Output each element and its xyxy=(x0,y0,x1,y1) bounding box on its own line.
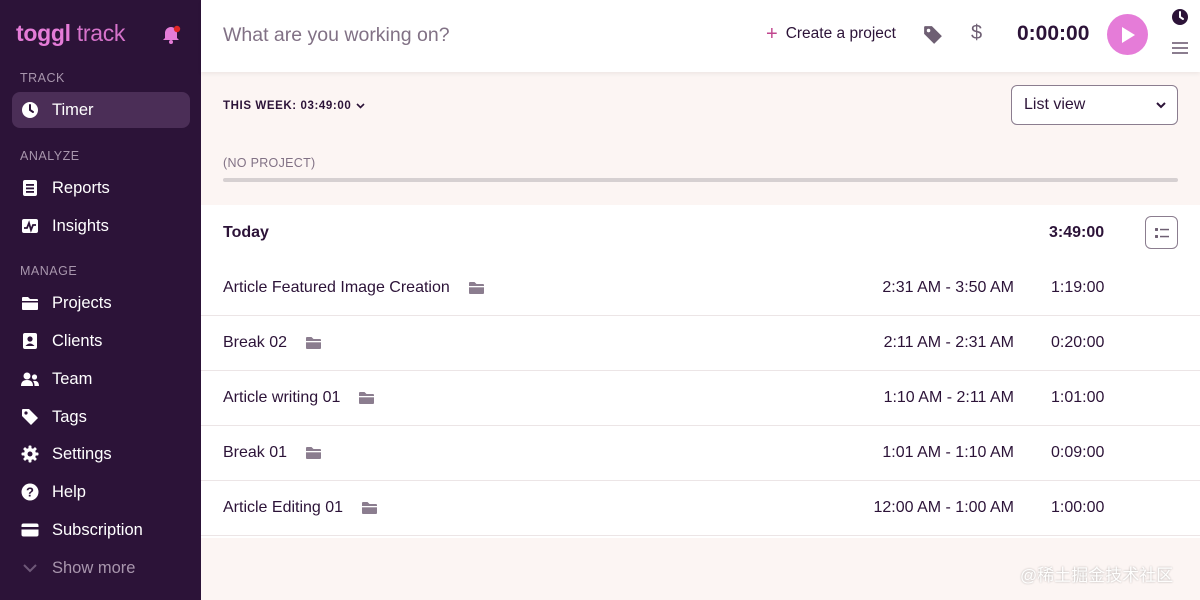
logo-row: toggl track xyxy=(16,20,186,50)
day-total: 3:49:00 xyxy=(1049,224,1105,241)
sidebar-item-label: Clients xyxy=(52,331,103,350)
tag-icon xyxy=(20,407,40,427)
entry-description[interactable]: Article writing 01 xyxy=(223,389,340,407)
sidebar-item-team[interactable]: Team xyxy=(12,361,190,397)
sidebar-item-insights[interactable]: Insights xyxy=(12,208,190,244)
toggl-track-logo[interactable]: toggl track xyxy=(16,20,125,46)
description-input[interactable] xyxy=(223,20,643,50)
sidebar-item-projects[interactable]: Projects xyxy=(12,285,190,321)
entry-description[interactable]: Article Featured Image Creation xyxy=(223,279,450,297)
time-entry-row[interactable]: Article Editing 01 12:00 AM - 1:00 AM 1:… xyxy=(201,481,1200,536)
section-label-track: TRACK xyxy=(20,71,65,85)
section-label-manage: MANAGE xyxy=(20,264,78,278)
create-project-label: Create a project xyxy=(785,25,896,42)
time-entries-list: Today 3:49:00 Article Featured Image Cre… xyxy=(201,205,1200,538)
sidebar-item-clients[interactable]: Clients xyxy=(12,323,190,359)
manual-mode-list-icon[interactable] xyxy=(1171,40,1189,58)
time-entry-row[interactable]: Article Featured Image Creation 2:31 AM … xyxy=(201,261,1200,316)
folder-icon[interactable] xyxy=(305,336,322,350)
svg-text:?: ? xyxy=(26,485,34,500)
entry-time-range[interactable]: 1:01 AM - 1:10 AM xyxy=(882,444,1014,462)
timer-bar: + Create a project $ 0:00:00 xyxy=(201,0,1200,72)
watermark: @稀土掘金技术社区 xyxy=(1020,566,1174,585)
list-icon xyxy=(1154,227,1169,238)
week-total-label: THIS WEEK: 03:49:00 xyxy=(223,100,352,112)
chevron-down-icon xyxy=(356,100,365,112)
sidebar-item-label: Insights xyxy=(52,216,109,235)
section-label-analyze: ANALYZE xyxy=(20,149,80,163)
entry-description[interactable]: Break 01 xyxy=(223,444,287,462)
folder-icon xyxy=(20,293,40,313)
chevron-down-icon xyxy=(20,558,40,578)
start-timer-button[interactable] xyxy=(1107,14,1148,55)
team-icon xyxy=(20,369,40,389)
show-more-label: Show more xyxy=(52,558,136,577)
notification-bell-icon[interactable] xyxy=(160,23,182,45)
entry-description[interactable]: Break 02 xyxy=(223,334,287,352)
timer-display: 0:00:00 xyxy=(1017,22,1090,45)
client-icon xyxy=(20,331,40,351)
folder-icon[interactable] xyxy=(305,446,322,460)
time-entry-row[interactable]: Article writing 01 1:10 AM - 2:11 AM 1:0… xyxy=(201,371,1200,426)
entry-time-range[interactable]: 2:11 AM - 2:31 AM xyxy=(884,334,1014,352)
folder-icon[interactable] xyxy=(361,501,378,515)
chevron-down-icon xyxy=(1156,96,1166,114)
week-total-dropdown[interactable]: THIS WEEK: 03:49:00 xyxy=(223,100,365,112)
project-summary-label: (NO PROJECT) xyxy=(223,156,316,170)
time-entry-row[interactable]: Break 02 2:11 AM - 2:31 AM 0:20:00 xyxy=(201,316,1200,371)
insights-icon xyxy=(20,216,40,236)
timer-mode-clock-icon[interactable] xyxy=(1171,8,1189,26)
sidebar-item-label: Subscription xyxy=(52,520,143,539)
time-entry-row[interactable]: Break 01 1:01 AM - 1:10 AM 0:09:00 xyxy=(201,426,1200,481)
reports-icon xyxy=(20,178,40,198)
folder-icon[interactable] xyxy=(358,391,375,405)
billable-dollar-icon[interactable]: $ xyxy=(971,22,982,45)
sidebar: toggl track TRACK Timer ANALYZE Reports … xyxy=(0,0,201,600)
sidebar-item-help[interactable]: ? Help xyxy=(12,474,190,510)
sidebar-item-settings[interactable]: Settings xyxy=(12,436,190,472)
bulk-edit-button[interactable] xyxy=(1145,216,1178,249)
sidebar-item-subscription[interactable]: Subscription xyxy=(12,512,190,548)
entry-duration[interactable]: 1:01:00 xyxy=(1051,389,1104,407)
card-icon xyxy=(20,520,40,540)
project-summary-bar xyxy=(223,178,1178,182)
plus-icon: + xyxy=(766,23,778,45)
day-title: Today xyxy=(223,224,269,241)
help-icon: ? xyxy=(20,482,40,502)
sidebar-item-label: Team xyxy=(52,369,93,388)
folder-icon[interactable] xyxy=(468,281,485,295)
sidebar-item-reports[interactable]: Reports xyxy=(12,170,190,206)
entry-duration[interactable]: 1:00:00 xyxy=(1051,499,1104,517)
entry-description[interactable]: Article Editing 01 xyxy=(223,499,343,517)
gear-icon xyxy=(20,444,40,464)
sidebar-item-timer[interactable]: Timer xyxy=(12,92,190,128)
entry-duration[interactable]: 0:09:00 xyxy=(1051,444,1104,462)
sidebar-item-label: Help xyxy=(52,482,86,501)
entry-time-range[interactable]: 1:10 AM - 2:11 AM xyxy=(884,389,1014,407)
play-icon xyxy=(1121,26,1135,43)
sidebar-item-label: Timer xyxy=(52,100,94,119)
show-more-button[interactable]: Show more xyxy=(12,550,190,586)
view-mode-value: List view xyxy=(1024,96,1086,113)
day-group-header: Today 3:49:00 xyxy=(201,205,1200,261)
tag-icon[interactable] xyxy=(923,25,945,47)
sidebar-item-label: Tags xyxy=(52,407,87,426)
entry-duration[interactable]: 1:19:00 xyxy=(1051,279,1104,297)
create-project-button[interactable]: + Create a project xyxy=(766,24,896,44)
entry-duration[interactable]: 0:20:00 xyxy=(1051,334,1104,352)
sidebar-item-label: Reports xyxy=(52,178,110,197)
clock-icon xyxy=(20,100,40,120)
entry-time-range[interactable]: 2:31 AM - 3:50 AM xyxy=(882,279,1014,297)
sidebar-item-label: Settings xyxy=(52,444,112,463)
entry-time-range[interactable]: 12:00 AM - 1:00 AM xyxy=(873,499,1014,517)
view-mode-select[interactable]: List view xyxy=(1011,85,1178,125)
sidebar-item-tags[interactable]: Tags xyxy=(12,399,190,435)
sidebar-item-label: Projects xyxy=(52,293,112,312)
